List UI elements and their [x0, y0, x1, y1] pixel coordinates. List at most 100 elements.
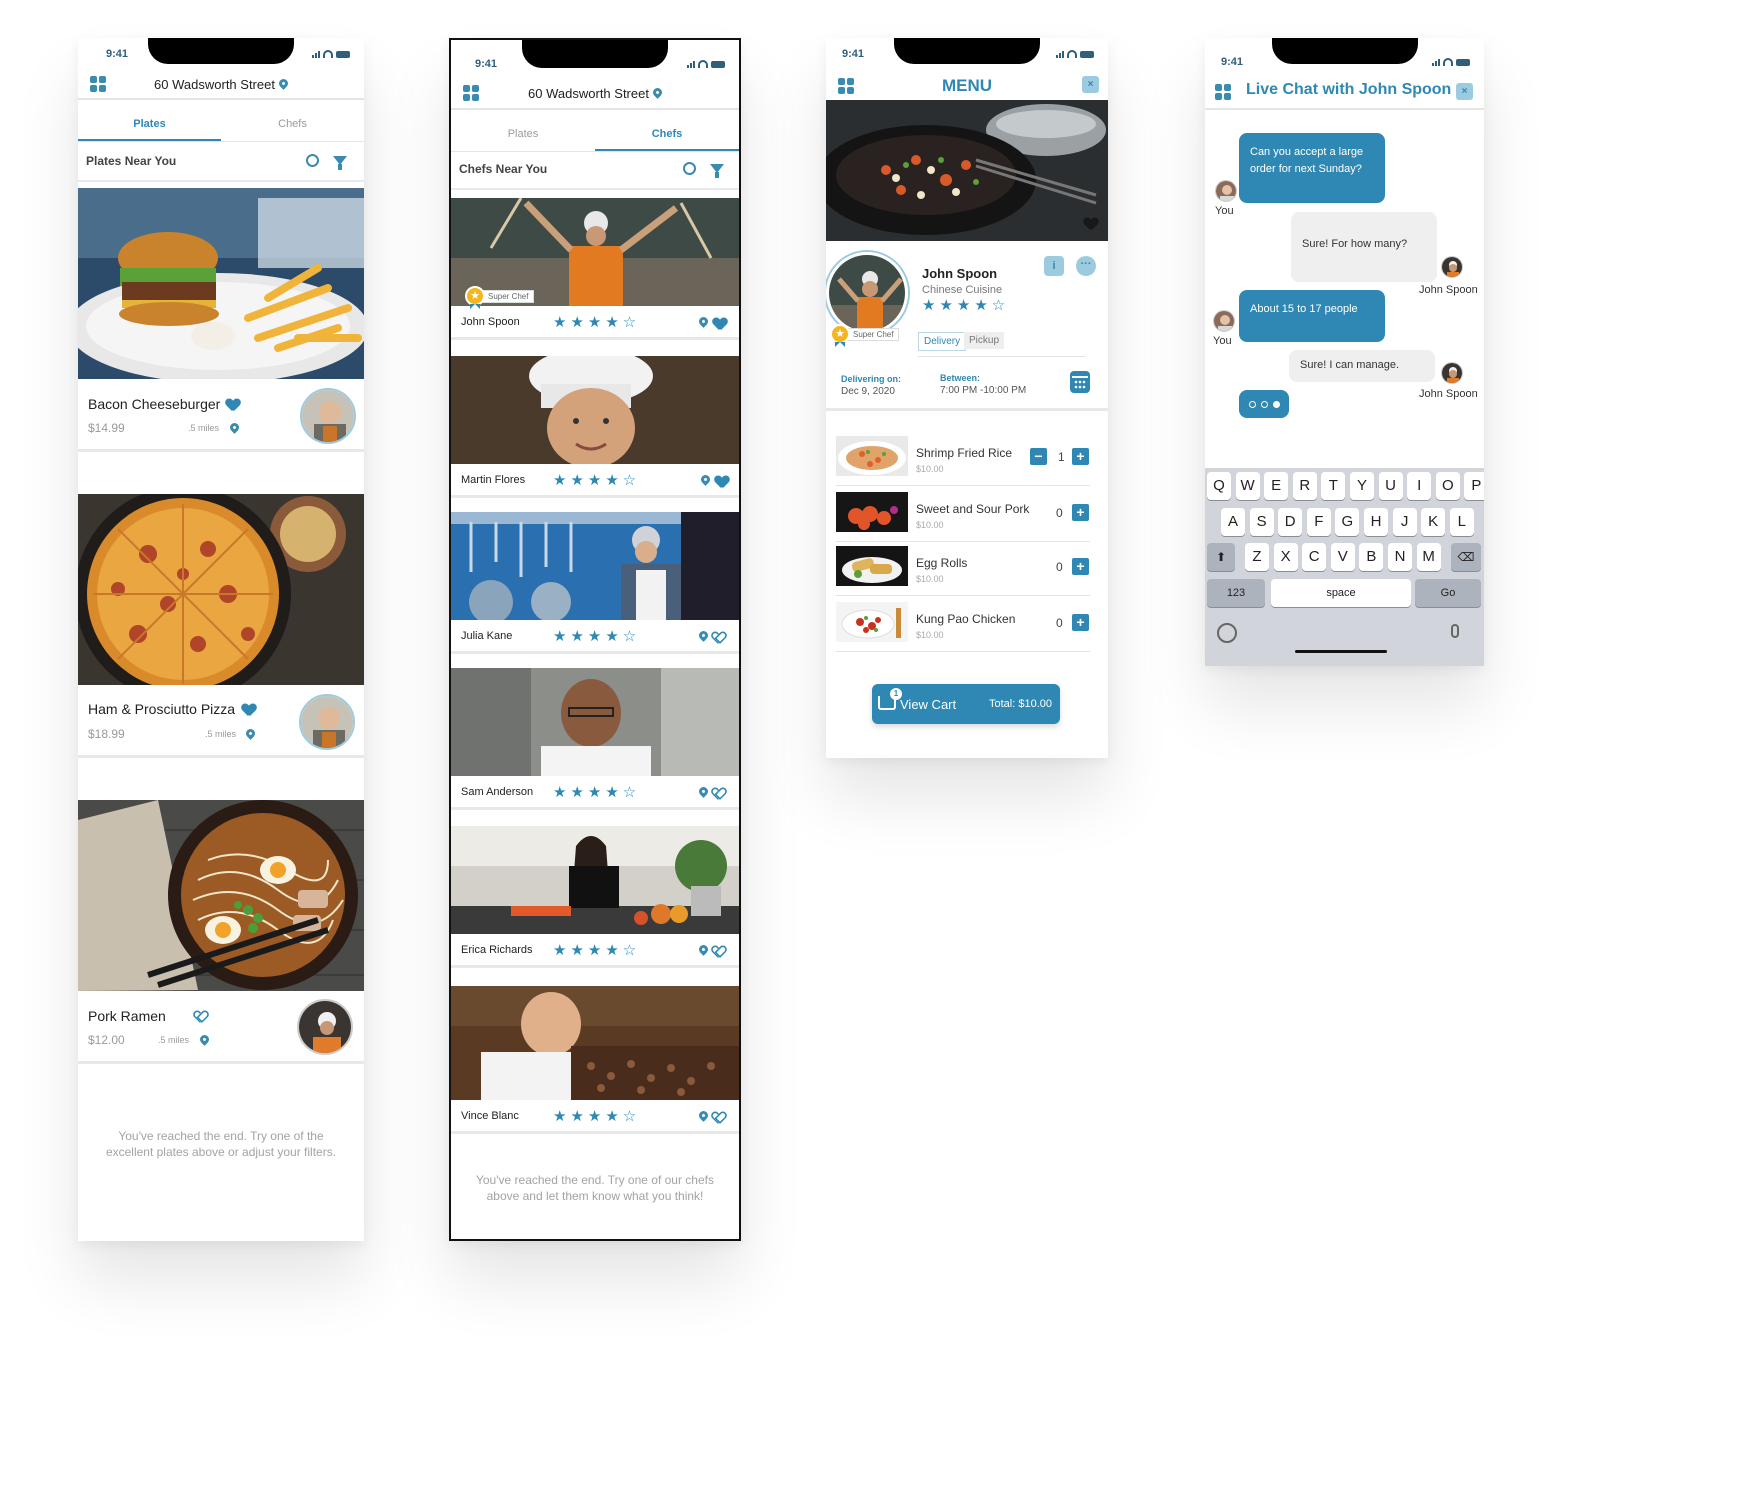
increase-quantity-button[interactable]: +	[1072, 504, 1089, 521]
key-s[interactable]: S	[1249, 508, 1274, 536]
chef-avatar[interactable]	[299, 694, 355, 750]
favorite-heart-icon[interactable]	[713, 318, 727, 331]
plate-photo-burger[interactable]	[78, 188, 364, 379]
favorite-heart-outline-icon[interactable]	[712, 632, 726, 645]
plate-photo-ramen[interactable]	[78, 800, 364, 991]
increase-quantity-button[interactable]: +	[1072, 614, 1089, 631]
delivery-toggle[interactable]: Delivery	[918, 332, 967, 351]
favorite-heart-outline-icon[interactable]	[194, 1011, 208, 1024]
key-q[interactable]: Q	[1207, 472, 1231, 500]
menu-item[interactable]: Kung Pao Chicken $10.00 0 +	[836, 600, 1090, 652]
key-n[interactable]: N	[1388, 543, 1412, 571]
increase-quantity-button[interactable]: +	[1072, 558, 1089, 575]
favorite-heart-icon[interactable]	[715, 476, 729, 489]
address-bar[interactable]: 60 Wadsworth Street	[451, 78, 739, 110]
address-bar[interactable]: 60 Wadsworth Street	[78, 70, 364, 100]
key-y[interactable]: Y	[1350, 472, 1374, 500]
menu-item[interactable]: Shrimp Fried Rice $10.00 − 1 +	[836, 434, 1090, 486]
favorite-heart-icon[interactable]	[242, 704, 256, 717]
chef-photo-sam[interactable]	[451, 668, 739, 776]
favorite-heart-outline-icon[interactable]	[712, 1112, 726, 1125]
increase-quantity-button[interactable]: +	[1072, 448, 1089, 465]
view-cart-button[interactable]: 1 View Cart Total: $10.00	[872, 684, 1060, 724]
chef-avatar[interactable]	[300, 388, 356, 444]
chef-photo-martin[interactable]	[451, 356, 739, 464]
key-t[interactable]: T	[1321, 472, 1346, 500]
location-pin-icon[interactable]	[697, 629, 710, 642]
go-key[interactable]: Go	[1415, 579, 1481, 607]
menu-item[interactable]: Egg Rolls $10.00 0 +	[836, 544, 1090, 596]
key-m[interactable]: M	[1416, 543, 1441, 571]
key-l[interactable]: L	[1449, 508, 1474, 536]
tab-plates[interactable]: Plates	[78, 108, 221, 141]
chat-button[interactable]: ···	[1076, 256, 1096, 276]
favorite-heart-outline-icon[interactable]	[712, 946, 726, 959]
key-z[interactable]: Z	[1245, 543, 1269, 571]
pickup-toggle[interactable]: Pickup	[964, 332, 1005, 349]
backspace-key[interactable]: ⌫	[1451, 543, 1481, 571]
chef-row[interactable]: John Spoon ★★★★☆	[451, 306, 739, 340]
key-o[interactable]: O	[1435, 472, 1460, 500]
tab-chefs[interactable]: Chefs	[221, 108, 364, 141]
key-u[interactable]: U	[1378, 472, 1403, 500]
numbers-key[interactable]: 123	[1207, 579, 1265, 607]
calendar-icon[interactable]	[1070, 371, 1090, 393]
info-button[interactable]: i	[1044, 256, 1064, 276]
search-icon[interactable]	[306, 154, 319, 167]
key-b[interactable]: B	[1359, 543, 1384, 571]
filter-icon[interactable]	[333, 156, 347, 170]
close-button[interactable]: ×	[1456, 83, 1473, 100]
shift-key[interactable]: ⬆	[1207, 543, 1235, 571]
emoji-icon[interactable]	[1217, 623, 1237, 643]
key-h[interactable]: H	[1364, 508, 1388, 536]
tab-plates[interactable]: Plates	[451, 118, 595, 151]
location-pin-icon[interactable]	[699, 473, 712, 486]
chef-avatar[interactable]	[297, 999, 353, 1055]
key-g[interactable]: G	[1335, 508, 1360, 536]
space-key[interactable]: space	[1271, 579, 1411, 607]
location-pin-icon[interactable]	[697, 943, 710, 956]
chef-row[interactable]: Erica Richards ★★★★☆	[451, 934, 739, 968]
microphone-icon[interactable]	[1451, 624, 1459, 638]
key-c[interactable]: C	[1302, 543, 1327, 571]
key-p[interactable]: P	[1464, 472, 1484, 500]
chef-photo-vince[interactable]	[451, 986, 739, 1100]
key-e[interactable]: E	[1264, 472, 1289, 500]
location-pin-icon[interactable]	[697, 785, 710, 798]
key-j[interactable]: J	[1392, 508, 1417, 536]
key-d[interactable]: D	[1278, 508, 1303, 536]
key-i[interactable]: I	[1407, 472, 1432, 500]
chef-photo-julia[interactable]	[451, 512, 739, 620]
tab-chefs[interactable]: Chefs	[595, 118, 739, 151]
key-v[interactable]: V	[1330, 543, 1355, 571]
chef-avatar[interactable]	[826, 252, 908, 334]
key-r[interactable]: R	[1292, 472, 1317, 500]
grid-menu-icon[interactable]	[1215, 84, 1231, 100]
key-w[interactable]: W	[1235, 472, 1260, 500]
plate-card-ramen[interactable]: Pork Ramen $12.00 .5 miles	[78, 991, 364, 1064]
filter-icon[interactable]	[710, 164, 724, 178]
chef-photo-erica[interactable]	[451, 826, 739, 934]
favorite-heart-icon[interactable]	[226, 399, 240, 412]
chef-row[interactable]: Sam Anderson ★★★★☆	[451, 776, 739, 810]
favorite-heart-icon[interactable]	[1084, 218, 1098, 231]
grid-menu-icon[interactable]	[463, 85, 479, 101]
chef-row[interactable]: Julia Kane ★★★★☆	[451, 620, 739, 654]
search-icon[interactable]	[683, 162, 696, 175]
grid-menu-icon[interactable]	[90, 76, 106, 92]
plate-card-burger[interactable]: Bacon Cheeseburger $14.99 .5 miles	[78, 379, 364, 452]
favorite-heart-outline-icon[interactable]	[712, 788, 726, 801]
close-button[interactable]: ×	[1082, 76, 1099, 93]
location-pin-icon[interactable]	[697, 1109, 710, 1122]
key-k[interactable]: K	[1421, 508, 1446, 536]
chef-row[interactable]: Martin Flores ★★★★☆	[451, 464, 739, 498]
key-x[interactable]: X	[1273, 543, 1298, 571]
decrease-quantity-button[interactable]: −	[1030, 448, 1047, 465]
key-f[interactable]: F	[1306, 508, 1331, 536]
plate-photo-pizza[interactable]	[78, 494, 364, 685]
location-pin-icon[interactable]	[697, 315, 710, 328]
key-a[interactable]: A	[1221, 508, 1245, 536]
plate-card-pizza[interactable]: Ham & Prosciutto Pizza $18.99 .5 miles	[78, 685, 364, 758]
chef-row[interactable]: Vince Blanc ★★★★☆	[451, 1100, 739, 1134]
menu-item[interactable]: Sweet and Sour Pork $10.00 0 +	[836, 490, 1090, 542]
